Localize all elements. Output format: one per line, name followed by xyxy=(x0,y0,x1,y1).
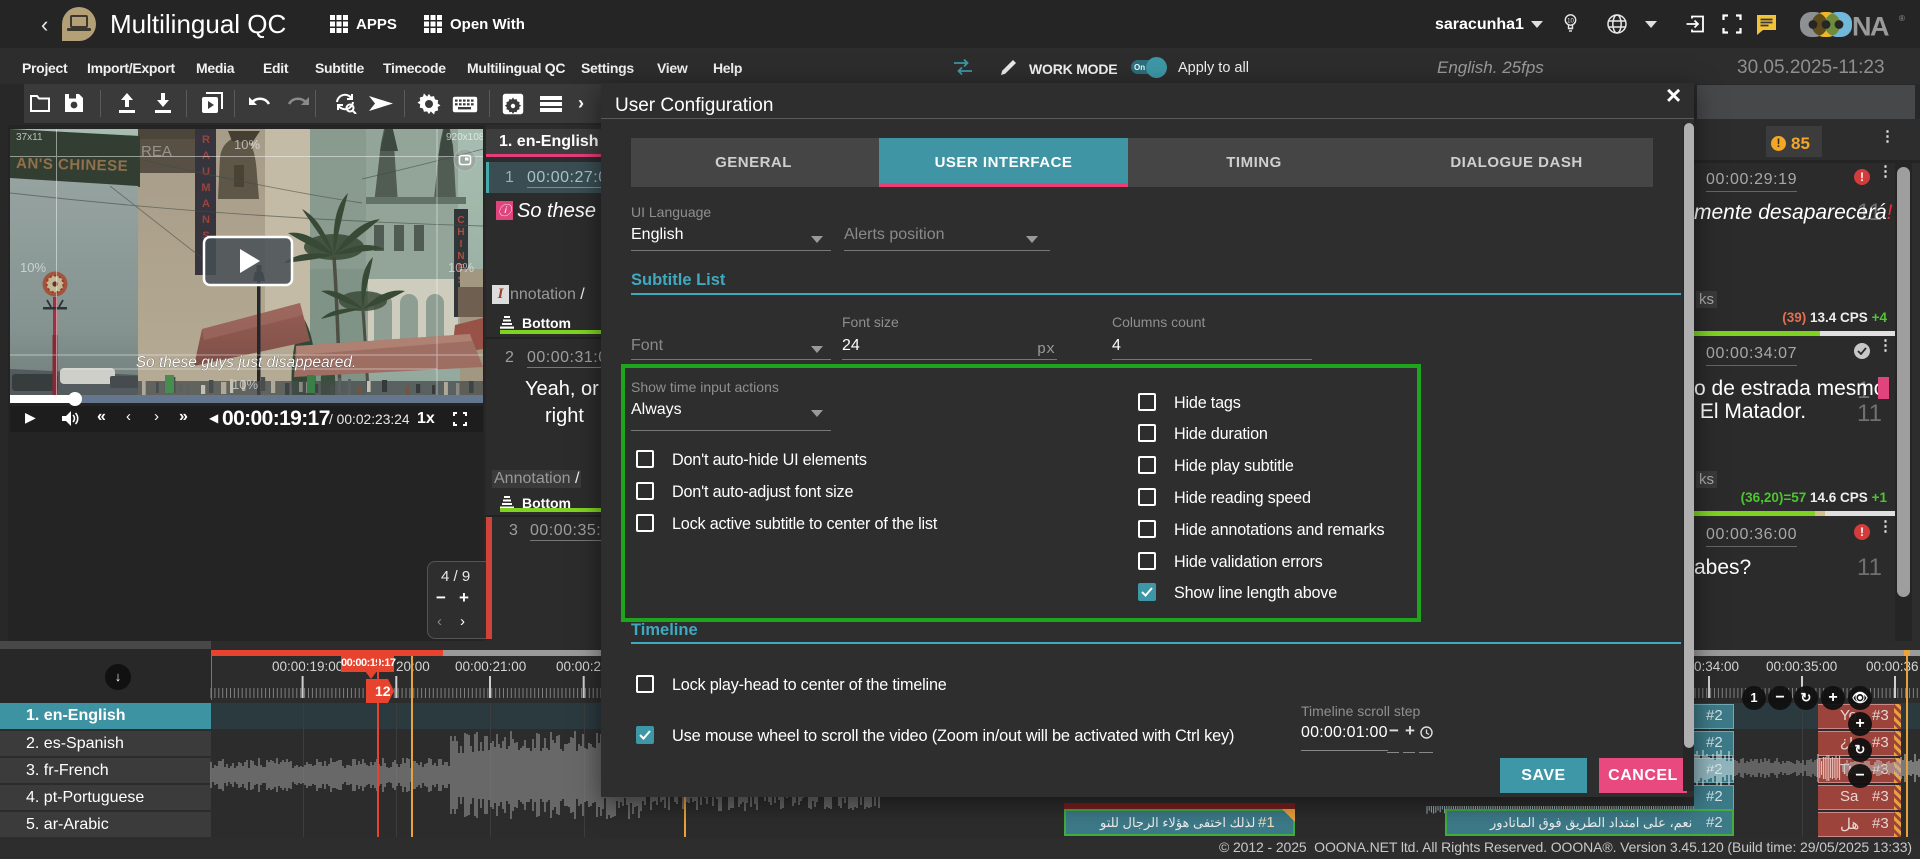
svg-text:12: 12 xyxy=(375,683,391,699)
svg-text:10: 10 xyxy=(1567,19,1574,25)
svg-text:So these guys just disappeared: So these guys just disappeared. xyxy=(136,354,357,371)
svg-text:NA: NA xyxy=(1852,12,1889,39)
svg-text:®: ® xyxy=(1899,14,1905,23)
